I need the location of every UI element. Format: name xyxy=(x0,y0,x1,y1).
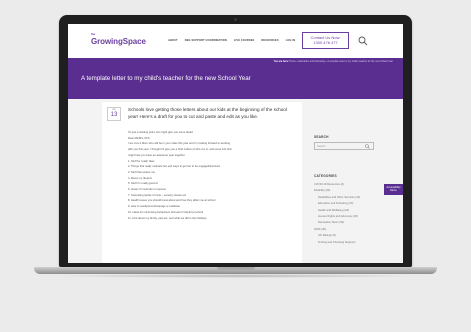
sidebar: SEARCH Search... CATEGORIES COVID-19 Res… xyxy=(314,135,384,246)
category-link[interactable]: Finding and Choosing Supports xyxy=(314,240,384,246)
logo-text: GrowingSpace xyxy=(91,37,146,46)
contact-phone: 1300 476 477 xyxy=(313,40,338,45)
accessibility-label-menu: Menu xyxy=(390,189,397,193)
categories-heading: CATEGORIES xyxy=(314,174,337,178)
search-heading: SEARCH xyxy=(314,135,329,139)
main-nav: ABOUT NEG SUPPORT COORDINATION LIVE COUR… xyxy=(168,39,295,42)
logo-prefix: the xyxy=(91,32,96,36)
article: Jan 13 Schools love getting those letter… xyxy=(102,102,302,263)
content-area: Jan 13 Schools love getting those letter… xyxy=(68,99,403,263)
page-title: A template letter to my child's teacher … xyxy=(81,75,251,82)
page-title-band: You are here: Home » Education and Schoo… xyxy=(68,58,403,99)
date-day: 13 xyxy=(110,112,118,118)
breadcrumb-prefix: You are here: xyxy=(273,60,289,63)
sidebar-search-input[interactable]: Search... xyxy=(314,142,374,150)
search-icon[interactable] xyxy=(358,36,368,46)
article-paragraph: 11. A bit about my family, pets etc, and… xyxy=(128,216,207,220)
nav-log-in[interactable]: LOG IN xyxy=(286,39,296,42)
site-logo[interactable]: the GrowingSpace xyxy=(91,32,146,46)
breadcrumb-trail[interactable]: Home » Education and Schooling » A templ… xyxy=(289,60,393,63)
category-list: COVID-19 Resources (2) Disability (90) Dis… xyxy=(314,182,384,246)
laptop-base xyxy=(34,267,437,274)
laptop-shadow xyxy=(48,274,423,278)
laptop-screen: the GrowingSpace ABOUT NEG SUPPORT COORD… xyxy=(68,24,403,263)
article-headline: Schools love getting those letters about… xyxy=(128,107,287,119)
webcam-icon xyxy=(234,18,237,21)
nav-resources[interactable]: RESOURCES xyxy=(261,39,278,42)
contact-button[interactable]: Contact Us Now: 1300 476 477 xyxy=(302,32,349,49)
search-placeholder: Search... xyxy=(317,144,328,148)
laptop-lid: the GrowingSpace ABOUT NEG SUPPORT COORD… xyxy=(59,15,412,267)
date-badge: Jan 13 xyxy=(107,107,121,121)
accessibility-menu-button[interactable]: Accessibility Menu xyxy=(384,184,403,195)
article-body: It's just a starting point, but might gi… xyxy=(128,130,300,221)
site-header: the GrowingSpace ABOUT NEG SUPPORT COORD… xyxy=(68,24,403,58)
nav-ndis-support-coordination[interactable]: NEG SUPPORT COORDINATION xyxy=(185,39,227,42)
breadcrumb: You are here: Home » Education and Schoo… xyxy=(274,60,393,63)
laptop-notch xyxy=(217,267,255,270)
search-icon[interactable] xyxy=(365,144,370,149)
nav-about[interactable]: ABOUT xyxy=(168,39,178,42)
nav-live-courses[interactable]: LIVE COURSES xyxy=(234,39,255,42)
